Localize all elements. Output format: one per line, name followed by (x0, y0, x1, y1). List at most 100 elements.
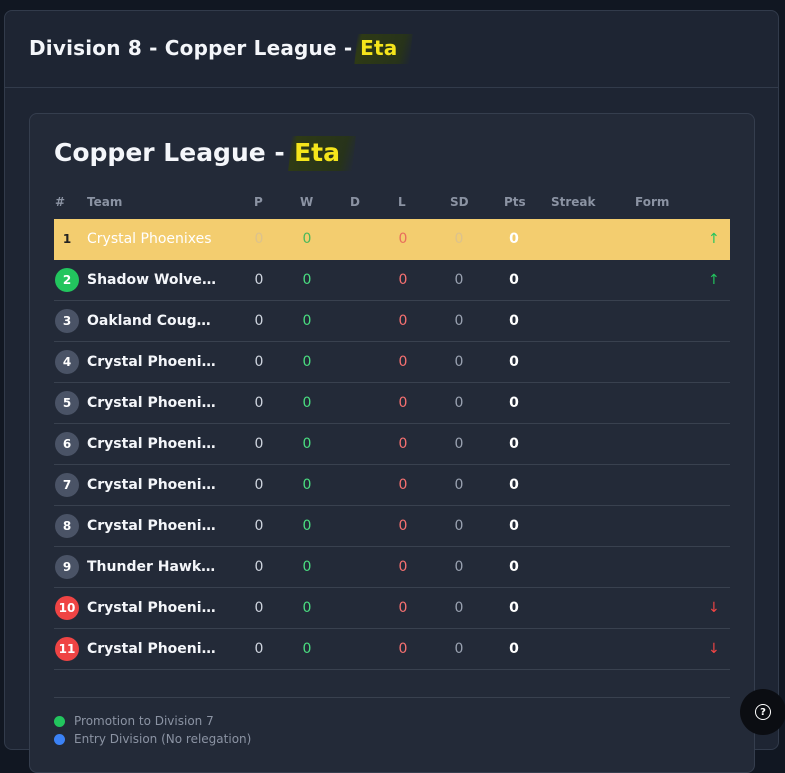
team-name[interactable]: Crystal Phoenixes (87, 354, 217, 370)
table-row[interactable]: 2 Shadow Wolves Elite 0 0 0 0 0 ↑ (54, 260, 730, 301)
rank-badge: 5 (55, 391, 79, 415)
table-row[interactable]: 8 Crystal Phoenixes 0 0 0 0 0 (54, 506, 730, 547)
team-name[interactable]: Crystal Phoenixes (87, 600, 217, 616)
wins-value: 0 (302, 600, 312, 616)
table-body: 1 Crystal Phoenixes 0 0 0 0 0 ↑ 2 Shadow Wolves E… (54, 219, 730, 670)
played-value: 0 (254, 477, 264, 493)
score-diff-value: 0 (454, 354, 464, 370)
score-diff-value: 0 (454, 436, 464, 452)
team-name[interactable]: Crystal Phoenixes (87, 436, 217, 452)
division-card: Division 8 - Copper League - Eta Copper … (4, 10, 779, 773)
help-button[interactable]: ? (740, 689, 785, 735)
score-diff-value: 0 (454, 600, 464, 616)
table-row[interactable]: 11 Crystal Phoenixes 0 0 0 0 0 ↓ (54, 629, 730, 670)
wins-value: 0 (302, 231, 312, 247)
rank-badge: 2 (55, 268, 79, 292)
wins-value: 0 (302, 395, 312, 411)
legend-item: Promotion to Division 7 (54, 712, 251, 730)
rank-badge: 10 (55, 596, 79, 620)
played-value: 0 (254, 272, 264, 288)
points-value: 0 (509, 518, 519, 534)
legend-item: Entry Division (No relegation) (54, 730, 251, 748)
score-diff-value: 0 (454, 231, 464, 247)
legend-label: Promotion to Division 7 (74, 714, 214, 728)
wins-value: 0 (302, 313, 312, 329)
division-title: Division 8 - Copper League - Eta (29, 34, 413, 64)
played-value: 0 (254, 559, 264, 575)
score-diff-value: 0 (454, 313, 464, 329)
wins-value: 0 (302, 477, 312, 493)
losses-value: 0 (398, 395, 408, 411)
table-header: # Team P W D L SD Pts Streak Form (54, 192, 730, 219)
points-value: 0 (509, 559, 519, 575)
played-value: 0 (254, 600, 264, 616)
losses-value: 0 (398, 436, 408, 452)
table-row[interactable]: 5 Crystal Phoenixes 0 0 0 0 0 (54, 383, 730, 424)
points-value: 0 (509, 395, 519, 411)
division-title-highlight: Eta (354, 34, 413, 64)
division-header: Division 8 - Copper League - Eta (5, 11, 778, 88)
col-losses[interactable]: L (398, 195, 406, 209)
table-row[interactable]: 4 Crystal Phoenixes 0 0 0 0 0 (54, 342, 730, 383)
table-row[interactable]: 10 Crystal Phoenixes 0 0 0 0 0 ↓ (54, 588, 730, 629)
played-value: 0 (254, 354, 264, 370)
losses-value: 0 (398, 641, 408, 657)
team-name[interactable]: Thunder Hawks Elite (87, 559, 217, 575)
points-value: 0 (509, 354, 519, 370)
team-name[interactable]: Crystal Phoenixes (87, 231, 217, 247)
score-diff-value: 0 (454, 559, 464, 575)
team-name[interactable]: Shadow Wolves Elite (87, 272, 217, 288)
score-diff-value: 0 (454, 641, 464, 657)
standings-title-highlight: Eta (287, 136, 356, 171)
points-value: 0 (509, 313, 519, 329)
table-row[interactable]: 9 Thunder Hawks Elite 0 0 0 0 0 (54, 547, 730, 588)
points-value: 0 (509, 477, 519, 493)
col-form[interactable]: Form (635, 195, 669, 209)
losses-value: 0 (398, 354, 408, 370)
table-row[interactable]: 3 Oakland Cougars 0 0 0 0 0 (54, 301, 730, 342)
standings-title-text: Copper League - (54, 138, 294, 167)
legend-dot-icon (54, 715, 65, 727)
played-value: 0 (254, 231, 264, 247)
wins-value: 0 (302, 272, 312, 288)
col-score-diff[interactable]: SD (450, 195, 469, 209)
points-value: 0 (509, 641, 519, 657)
losses-value: 0 (398, 559, 408, 575)
col-streak[interactable]: Streak (551, 195, 596, 209)
col-wins[interactable]: W (300, 195, 313, 209)
arrow-up-icon: ↑ (708, 272, 720, 288)
table-row[interactable]: 7 Crystal Phoenixes 0 0 0 0 0 (54, 465, 730, 506)
losses-value: 0 (398, 313, 408, 329)
table-row[interactable]: 6 Crystal Phoenixes 0 0 0 0 0 (54, 424, 730, 465)
table-row[interactable]: 1 Crystal Phoenixes 0 0 0 0 0 ↑ (54, 219, 730, 260)
team-name[interactable]: Crystal Phoenixes (87, 395, 217, 411)
team-name[interactable]: Oakland Cougars (87, 313, 217, 329)
losses-value: 0 (398, 600, 408, 616)
team-name[interactable]: Crystal Phoenixes (87, 518, 217, 534)
wins-value: 0 (302, 641, 312, 657)
score-diff-value: 0 (454, 477, 464, 493)
division-title-text: Division 8 - Copper League - (29, 36, 360, 60)
standings-title: Copper League - Eta (54, 136, 356, 171)
col-team[interactable]: Team (87, 195, 122, 209)
played-value: 0 (254, 395, 264, 411)
col-draws[interactable]: D (350, 195, 360, 209)
played-value: 0 (254, 518, 264, 534)
col-played[interactable]: P (254, 195, 263, 209)
rank-badge: 4 (55, 350, 79, 374)
legend-divider (54, 697, 730, 698)
wins-value: 0 (302, 354, 312, 370)
arrow-up-icon: ↑ (708, 231, 720, 247)
team-name[interactable]: Crystal Phoenixes (87, 477, 217, 493)
losses-value: 0 (398, 477, 408, 493)
rank-badge: 7 (55, 473, 79, 497)
col-rank[interactable]: # (55, 195, 65, 209)
wins-value: 0 (302, 518, 312, 534)
played-value: 0 (254, 641, 264, 657)
points-value: 0 (509, 272, 519, 288)
team-name[interactable]: Crystal Phoenixes (87, 641, 217, 657)
legend-dot-icon (54, 733, 65, 745)
losses-value: 0 (398, 272, 408, 288)
score-diff-value: 0 (454, 395, 464, 411)
col-points[interactable]: Pts (504, 195, 526, 209)
